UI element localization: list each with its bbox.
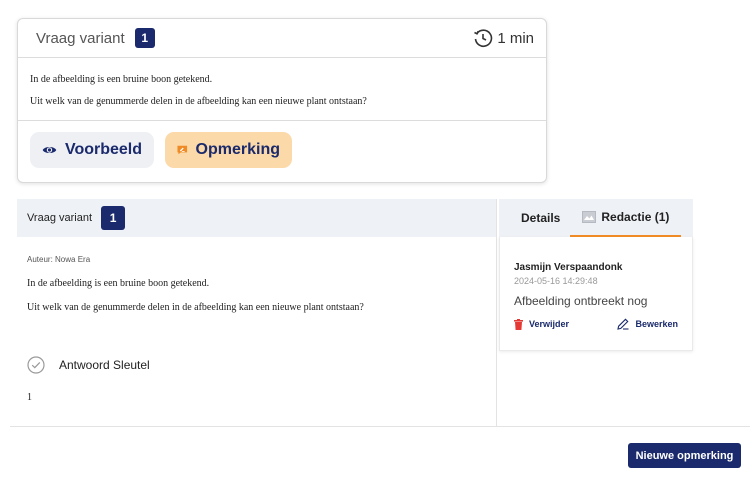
question-line-1: In de afbeelding is een bruine boon gete…: [30, 74, 213, 85]
preview-actions: Voorbeeld Opmerking: [18, 121, 546, 179]
question-detail-body: Auteur: Nowa Era In de afbeelding is een…: [17, 237, 496, 403]
variant-number-badge: 1: [101, 206, 126, 230]
preview-button-label: Voorbeeld: [64, 141, 142, 158]
check-circle-icon: [27, 356, 45, 374]
timer: 1 min: [473, 28, 534, 48]
clock-history-icon: [474, 29, 493, 48]
remark-button-label: Opmerking: [195, 141, 280, 158]
pencil-icon: [617, 318, 629, 330]
delete-comment-button[interactable]: Verwijder: [514, 318, 570, 330]
delete-comment-label: Verwijder: [529, 319, 570, 329]
question-text: In de afbeelding is een bruine boon gete…: [18, 58, 546, 121]
tab-details[interactable]: Details: [499, 199, 570, 237]
answer-key-header: Antwoord Sleutel: [27, 356, 486, 374]
tab-redactie-label: Redactie (1): [601, 210, 670, 224]
tab-redactie[interactable]: Redactie (1): [570, 199, 682, 237]
comment-text: Afbeelding ontbreekt nog: [514, 294, 648, 308]
edit-comment-button[interactable]: Bewerken: [617, 318, 678, 330]
timer-value: 1 min: [497, 29, 534, 47]
question-line-2: Uit welk van de genummerde delen in de a…: [27, 302, 364, 313]
question-preview-header: Vraag variant 1 1 min: [18, 19, 546, 58]
question-text: In de afbeelding is een bruine boon gete…: [27, 278, 486, 313]
question-preview-card: Vraag variant 1 1 min In de afbeelding i…: [17, 18, 547, 183]
author-label: Auteur: Nowa Era: [27, 255, 91, 264]
answer-value: 1: [27, 392, 32, 403]
question-detail-header: Vraag variant 1: [17, 199, 496, 237]
trash-icon: [514, 318, 523, 330]
image-comment-icon: [582, 211, 597, 223]
question-detail-panel: Vraag variant 1 Auteur: Nowa Era In de a…: [17, 199, 497, 426]
comment-edit-icon: [177, 145, 188, 155]
variant-title: Vraag variant: [36, 29, 125, 47]
comment-actions: Verwijder Bewerken: [514, 318, 678, 330]
answer-key-label: Antwoord Sleutel: [59, 358, 150, 372]
footer-divider: [10, 426, 750, 427]
edit-comment-label: Bewerken: [635, 319, 678, 329]
side-panel: Details Redactie (1) Jasmijn Verspaandon…: [499, 199, 693, 351]
tab-details-label: Details: [521, 211, 561, 225]
comment-card: Jasmijn Verspaandonk 2024-05-16 14:29:48…: [499, 237, 693, 351]
variant-title: Vraag variant: [27, 212, 93, 224]
eye-icon: [42, 146, 57, 154]
preview-button[interactable]: Voorbeeld: [30, 132, 154, 168]
remark-button[interactable]: Opmerking: [165, 132, 292, 168]
side-tabs: Details Redactie (1): [499, 199, 693, 237]
question-line-1: In de afbeelding is een bruine boon gete…: [27, 278, 210, 289]
comment-author: Jasmijn Verspaandonk: [514, 262, 623, 273]
variant-number-badge: 1: [134, 28, 155, 48]
question-line-2: Uit welk van de genummerde delen in de a…: [30, 96, 367, 107]
new-remark-button[interactable]: Nieuwe opmerking: [628, 443, 741, 468]
comment-date: 2024-05-16 14:29:48: [514, 276, 598, 286]
